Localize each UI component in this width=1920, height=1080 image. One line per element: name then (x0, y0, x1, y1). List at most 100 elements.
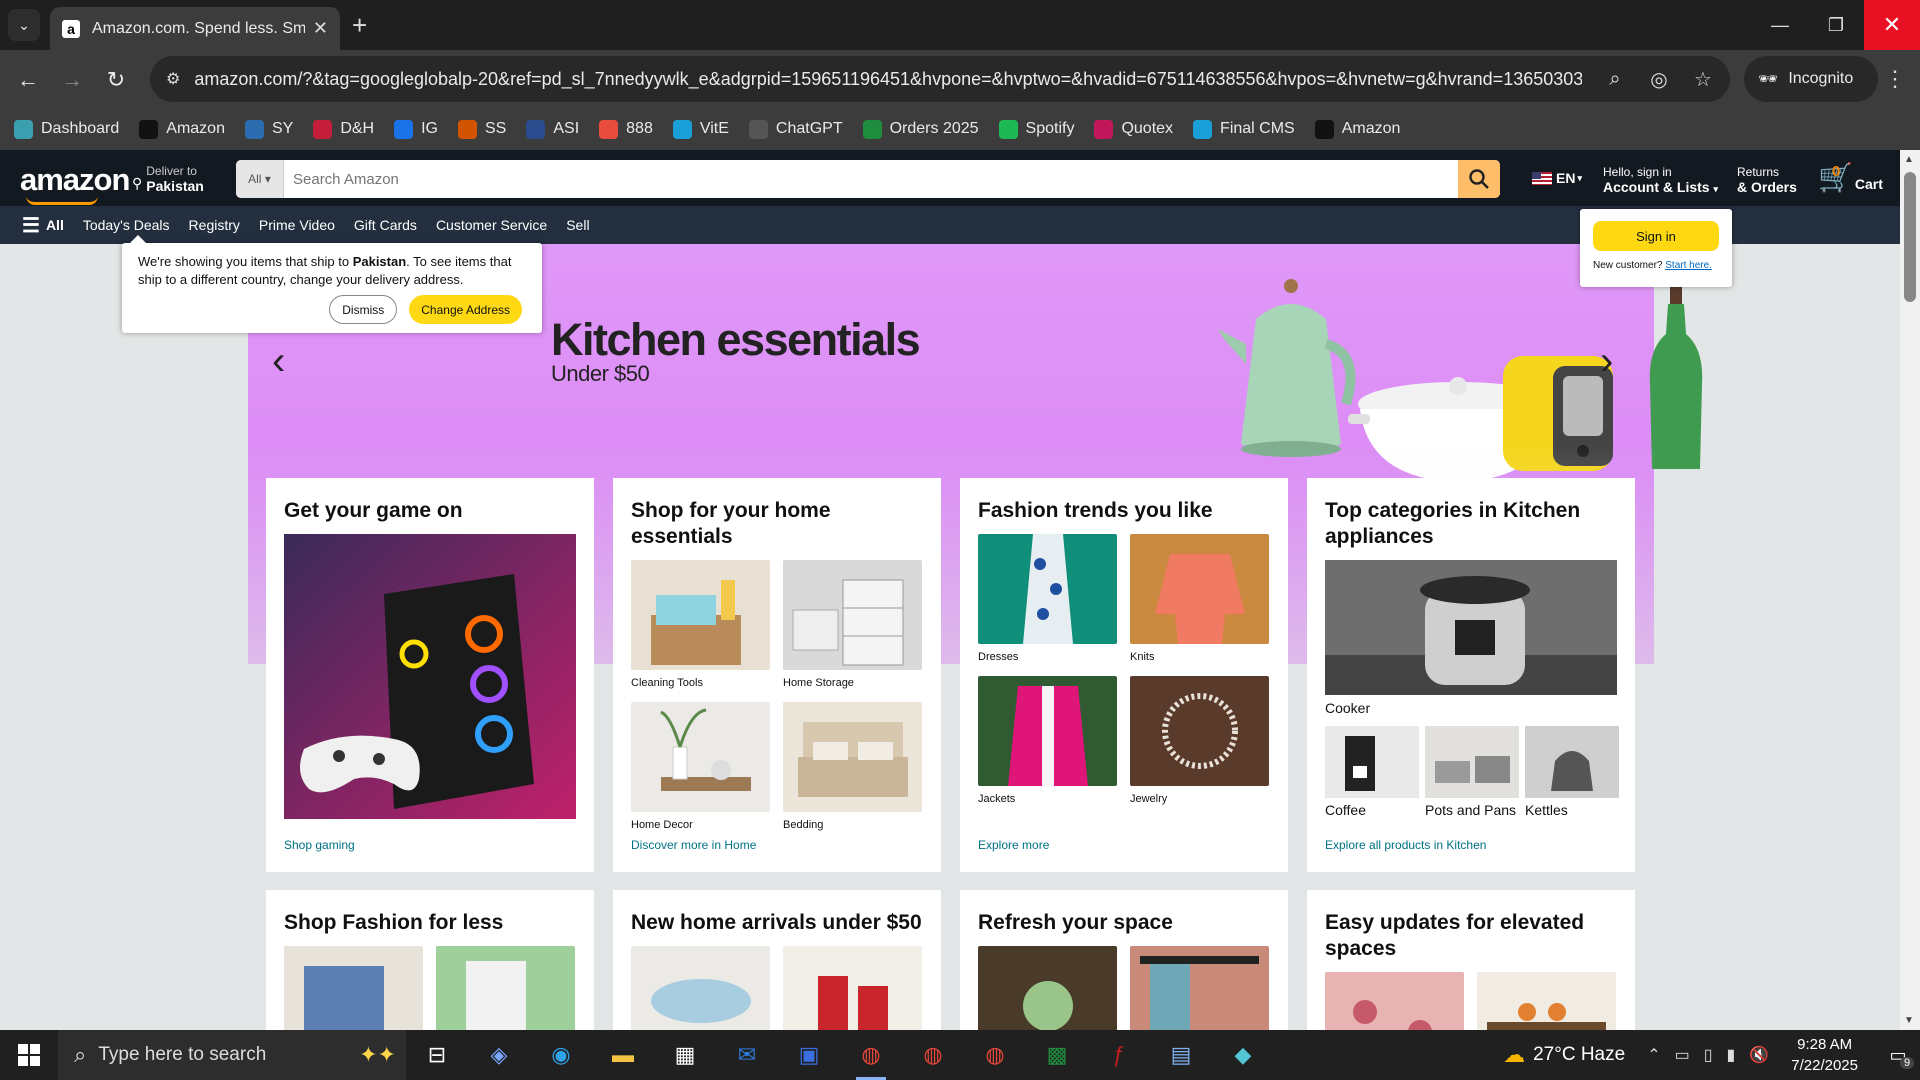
search-category-dropdown[interactable]: All ▾ (236, 160, 284, 198)
deliver-to[interactable]: ⚲ Deliver to Pakistan (132, 164, 204, 194)
chrome-incognito-icon[interactable]: ◍ (840, 1030, 902, 1080)
sign-in-button[interactable]: Sign in (1593, 221, 1719, 251)
store-icon[interactable]: ▦ (654, 1030, 716, 1080)
filezilla-icon[interactable]: ƒ (1088, 1030, 1150, 1080)
notification-center-icon[interactable]: ▭ 9 (1876, 1045, 1920, 1069)
outlook-icon[interactable]: ✉ (716, 1030, 778, 1080)
tile-jeans[interactable] (284, 946, 423, 1030)
volume-muted-icon[interactable]: 🔇 (1749, 1045, 1769, 1065)
gaming-pc-image[interactable] (284, 534, 576, 819)
tile-bedding[interactable]: Bedding (783, 702, 922, 832)
explore-kitchen-link[interactable]: Explore all products in Kitchen (1325, 838, 1486, 852)
nav-todays-deals[interactable]: Today's Deals (83, 217, 170, 233)
bookmark-item[interactable]: Spotify (998, 119, 1074, 139)
shop-gaming-link[interactable]: Shop gaming (284, 838, 355, 852)
amazon-logo[interactable]: amazon (20, 162, 130, 205)
nav-all-menu[interactable]: ☰ All (22, 213, 64, 238)
network-icon[interactable]: ▭ (1675, 1045, 1690, 1065)
tile-home-storage[interactable]: Home Storage (783, 560, 922, 690)
tile-jackets[interactable]: Jackets (978, 676, 1117, 806)
nav-sell[interactable]: Sell (566, 217, 589, 233)
nav-customer-service[interactable]: Customer Service (436, 217, 547, 233)
bookmark-item[interactable]: 888 (599, 119, 653, 139)
bookmark-item[interactable]: Amazon (139, 119, 225, 139)
bookmark-item[interactable]: VitE (672, 119, 729, 139)
restore-button[interactable]: ❐ (1808, 0, 1864, 50)
returns-orders[interactable]: Returns & Orders (1737, 166, 1797, 196)
back-button[interactable]: ← (12, 64, 44, 96)
eye-off-icon[interactable]: ◎ (1648, 67, 1670, 92)
calculator-icon[interactable]: ▤ (1150, 1030, 1212, 1080)
cart[interactable]: 🛒 0 Cart (1818, 163, 1883, 192)
calendar-icon[interactable]: ▣ (778, 1030, 840, 1080)
language-selector[interactable]: EN ▾ (1532, 170, 1582, 186)
tile-knits[interactable]: Knits (1130, 534, 1269, 664)
nav-gift-cards[interactable]: Gift Cards (354, 217, 417, 233)
battery-icon[interactable]: ▮ (1727, 1045, 1736, 1065)
scroll-up-icon[interactable]: ▲ (1904, 154, 1914, 165)
bookmark-item[interactable]: SS (458, 119, 506, 139)
task-view-icon[interactable]: ⊟ (406, 1030, 468, 1080)
tile-shelf[interactable] (1477, 972, 1616, 1030)
app-diamond-icon[interactable]: ◆ (1212, 1030, 1274, 1080)
reload-button[interactable]: ↻ (100, 64, 132, 96)
bookmark-item[interactable]: ChatGPT (748, 119, 843, 139)
cooker-image[interactable] (1325, 560, 1617, 695)
browser-tab[interactable]: a Amazon.com. Spend less. Smile ✕ (50, 7, 340, 50)
excel-icon[interactable]: ▩ (1026, 1030, 1088, 1080)
tile-jewelry[interactable]: Jewelry (1130, 676, 1269, 806)
tile-cleaning-tools[interactable]: Cleaning Tools (631, 560, 770, 690)
bookmark-item[interactable]: Quotex (1094, 119, 1173, 139)
close-tab-icon[interactable]: ✕ (313, 18, 328, 39)
tile-wallpaper[interactable] (1325, 972, 1464, 1030)
bookmark-item[interactable]: IG (394, 119, 438, 139)
page-scrollbar[interactable]: ▲ ▼ (1900, 150, 1920, 1030)
discover-home-link[interactable]: Discover more in Home (631, 838, 756, 852)
start-button[interactable] (0, 1030, 58, 1080)
tile-curtains[interactable] (1130, 946, 1269, 1030)
taskbar-search[interactable]: ⌕ Type here to search ✦✦ (58, 1030, 406, 1080)
address-bar[interactable]: ⚙ amazon.com/?&tag=googleglobalp-20&ref=… (150, 56, 1730, 102)
bookmark-item[interactable]: Amazon (1314, 119, 1400, 139)
browser-menu-icon[interactable]: ⋮ (1880, 60, 1910, 98)
tile-tops[interactable] (436, 946, 575, 1030)
copilot-icon[interactable]: ◈ (468, 1030, 530, 1080)
chrome-profile-icon[interactable]: ◍ (964, 1030, 1026, 1080)
search-button[interactable] (1458, 160, 1500, 198)
weather-widget[interactable]: ☁ 27°C Haze (1503, 1042, 1625, 1068)
bookmark-item[interactable]: SY (244, 119, 293, 139)
file-explorer-icon[interactable]: ▬ (592, 1030, 654, 1080)
bookmark-item[interactable]: Dashboard (14, 119, 119, 139)
bookmark-item[interactable]: D&H (313, 119, 374, 139)
zoom-icon[interactable]: ⌕ (1604, 68, 1626, 91)
forward-button[interactable]: → (56, 64, 88, 96)
tile-kettles[interactable]: Kettles (1525, 726, 1619, 818)
site-info-icon[interactable]: ⚙ (166, 69, 180, 89)
edge-icon[interactable]: ◉ (530, 1030, 592, 1080)
scrollbar-thumb[interactable] (1904, 172, 1916, 302)
nav-registry[interactable]: Registry (189, 217, 240, 233)
tab-search-button[interactable]: ⌄ (8, 9, 40, 41)
bookmark-item[interactable]: ASI (526, 119, 579, 139)
carousel-prev-icon[interactable]: ‹ (272, 339, 285, 384)
nav-prime-video[interactable]: Prime Video (259, 217, 335, 233)
search-input[interactable] (284, 160, 1458, 198)
tile-coffee[interactable]: Coffee (1325, 726, 1419, 818)
close-window-button[interactable]: ✕ (1864, 0, 1920, 50)
account-lists[interactable]: Hello, sign in Account & Lists ▾ (1603, 166, 1718, 197)
tile-dining[interactable] (978, 946, 1117, 1030)
clock[interactable]: 9:28 AM 7/22/2025 (1791, 1034, 1858, 1076)
scroll-down-icon[interactable]: ▼ (1904, 1015, 1914, 1026)
dismiss-button[interactable]: Dismiss (329, 295, 398, 324)
bookmark-item[interactable]: Final CMS (1193, 119, 1295, 139)
url-text[interactable]: amazon.com/?&tag=googleglobalp-20&ref=pd… (194, 69, 1582, 90)
incognito-badge[interactable]: 🕶 Incognito (1744, 56, 1878, 102)
start-here-link[interactable]: Start here. (1665, 260, 1712, 271)
tile-home-decor[interactable]: Home Decor (631, 702, 770, 832)
tile-pots-and-pans[interactable]: Pots and Pans (1425, 726, 1519, 818)
explore-more-link[interactable]: Explore more (978, 838, 1049, 852)
tile-canisters[interactable] (783, 946, 922, 1030)
device-icon[interactable]: ▯ (1704, 1045, 1713, 1065)
carousel-next-icon[interactable]: › (1600, 339, 1613, 384)
minimize-button[interactable]: — (1752, 0, 1808, 50)
